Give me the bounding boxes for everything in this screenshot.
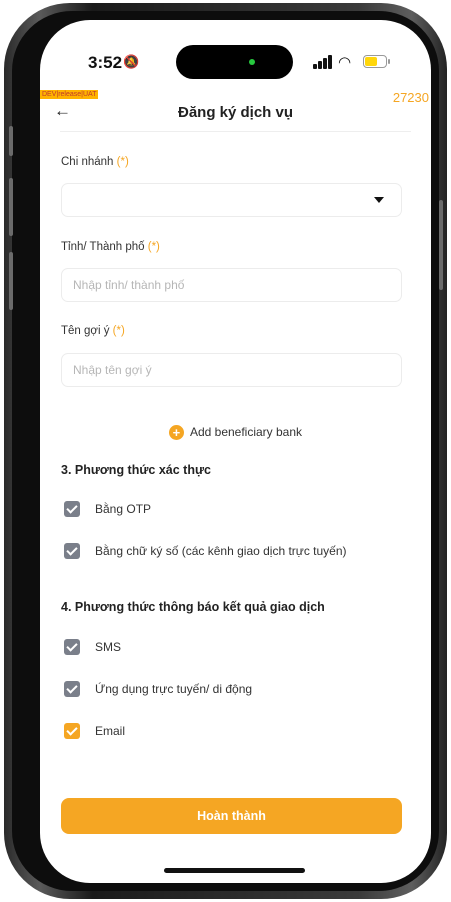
power-button bbox=[439, 200, 443, 290]
dynamic-island bbox=[176, 45, 293, 79]
checkbox-sms-label: SMS bbox=[95, 640, 122, 654]
status-time: 3:52 bbox=[88, 53, 123, 72]
page-title: Đăng ký dịch vụ bbox=[177, 104, 294, 121]
auth-section-title: 3. Phương thức xác thực bbox=[61, 463, 211, 477]
battery-icon bbox=[363, 55, 387, 68]
plus-circle-icon: + bbox=[168, 425, 184, 441]
province-placeholder: Nhập tỉnh/ thành phố bbox=[73, 278, 185, 292]
checkbox-email[interactable] bbox=[64, 723, 80, 739]
province-label: Tỉnh/ Thành phố (*) bbox=[61, 241, 160, 253]
suggest-name-placeholder: Nhập tên gợi ý bbox=[73, 363, 152, 377]
checkbox-digital-signature-label: Bằng chữ ký số (các kênh giao dịch trực … bbox=[95, 544, 347, 558]
branch-select[interactable] bbox=[61, 183, 402, 217]
signal-icon bbox=[313, 55, 333, 69]
checkbox-app-label: Ứng dụng trực tuyến/ di động bbox=[95, 682, 253, 696]
battery-tip bbox=[388, 59, 390, 64]
suggest-name-label: Tên gợi ý (*) bbox=[61, 325, 125, 337]
checkbox-otp-label: Bằng OTP bbox=[95, 502, 152, 516]
checkbox-email-label: Email bbox=[95, 724, 126, 738]
home-indicator bbox=[164, 868, 305, 873]
chevron-down-icon bbox=[374, 197, 384, 203]
volume-down-button bbox=[9, 252, 13, 310]
build-number: 27230 bbox=[392, 90, 429, 105]
volume-up-button bbox=[9, 178, 13, 236]
province-input[interactable]: Nhập tỉnh/ thành phố bbox=[61, 268, 402, 302]
add-beneficiary-button[interactable]: + Add beneficiary bank bbox=[40, 425, 431, 441]
checkbox-app[interactable] bbox=[64, 681, 80, 697]
app-screen: 3:52 🔕 ◠ DEV|release|UAT 27230 ← Đăng ký… bbox=[40, 20, 431, 883]
suggest-name-input[interactable]: Nhập tên gợi ý bbox=[61, 353, 402, 387]
checkbox-sms[interactable] bbox=[64, 639, 80, 655]
wifi-icon: ◠ bbox=[338, 54, 352, 71]
header-divider bbox=[60, 131, 411, 132]
checkbox-digital-signature[interactable] bbox=[64, 543, 80, 559]
env-tag: DEV|release|UAT bbox=[40, 90, 99, 99]
bell-slash-icon: 🔕 bbox=[123, 54, 140, 69]
side-button bbox=[9, 126, 13, 156]
branch-label: Chi nhánh (*) bbox=[61, 156, 129, 168]
camera-dot bbox=[249, 59, 255, 65]
submit-button[interactable]: Hoàn thành bbox=[61, 798, 402, 834]
checkbox-otp[interactable] bbox=[64, 501, 80, 517]
notify-section-title: 4. Phương thức thông báo kết quả giao dị… bbox=[61, 600, 325, 614]
